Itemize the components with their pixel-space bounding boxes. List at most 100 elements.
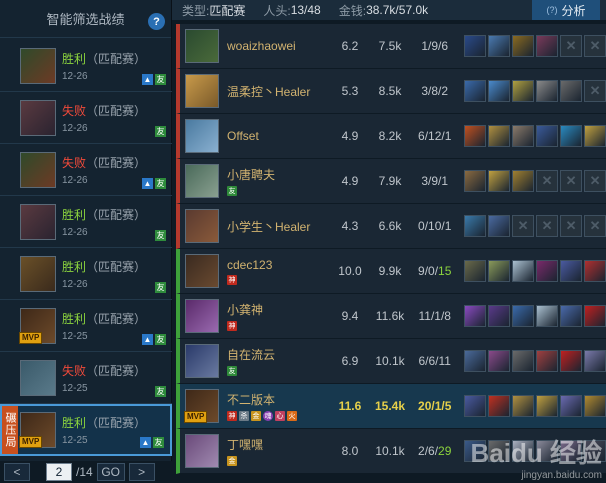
item-icon[interactable] [512,170,535,192]
item-icon[interactable] [464,260,487,282]
item-icon[interactable] [464,305,487,327]
player-name[interactable]: 温柔控丶Healer [227,83,331,100]
go-button[interactable]: GO [96,463,125,481]
help-icon[interactable]: ? [148,13,165,30]
next-page-button[interactable]: > [128,463,155,481]
match-list-item[interactable]: 胜利（匹配赛） 12-26 友 [0,248,172,300]
item-icon[interactable] [584,440,606,462]
item-icon[interactable] [512,350,535,372]
item-icon[interactable] [488,80,511,102]
item-icon[interactable] [560,80,583,102]
item-icon[interactable] [512,395,535,417]
player-champion-avatar[interactable]: MVP [184,389,219,423]
item-icon[interactable] [512,440,535,462]
player-name[interactable]: cdec123 [227,258,331,272]
player-row[interactable]: 温柔控丶Healer 5.3 8.5k 3/8/2 [176,69,606,114]
player-row[interactable]: 自在流云友 6.9 10.1k 6/6/11 [176,339,606,384]
match-list-item[interactable]: 胜利（匹配赛） 12-26 ▲ 友 [0,40,172,92]
item-icon[interactable] [488,35,511,57]
page-number-input[interactable] [46,463,72,481]
item-icon[interactable] [488,440,511,462]
prev-page-button[interactable]: < [4,463,30,481]
item-icon[interactable] [464,350,487,372]
player-name[interactable]: 小龚神 [227,301,331,318]
item-icon[interactable] [488,260,511,282]
item-icon[interactable] [584,305,606,327]
match-list-item[interactable]: 碾压局 MVP 胜利（匹配赛） 12-25 ▲ 友 [0,404,172,456]
player-row[interactable]: 丁嘿嘿金 8.0 10.1k 2/6/29 [176,429,606,474]
item-icon[interactable] [464,170,487,192]
item-icon[interactable] [536,35,559,57]
match-list-item[interactable]: 失败（匹配赛） 12-25 友 [0,352,172,404]
item-icon[interactable] [464,440,487,462]
item-icon[interactable] [584,125,606,147]
item-icon[interactable] [536,440,559,462]
item-icon[interactable] [512,125,535,147]
analysis-button[interactable]: (?) 分析 [532,0,600,20]
item-icon[interactable] [584,350,606,372]
item-icon[interactable] [536,305,559,327]
match-list-item[interactable]: 失败（匹配赛） 12-26 友 [0,92,172,144]
player-row[interactable]: 小龚神神 9.4 11.6k 11/1/8 [176,294,606,339]
item-slots [464,170,606,192]
item-icon[interactable] [584,260,606,282]
player-row[interactable]: Offset 4.9 8.2k 6/12/1 [176,114,606,159]
player-kda: 1/9/6 [421,39,449,53]
player-row[interactable]: woaizhaowei 6.2 7.5k 1/9/6 [176,24,606,69]
player-champion-avatar[interactable] [185,344,219,378]
player-champion-avatar[interactable] [185,209,219,243]
item-icon[interactable] [512,260,535,282]
empty-item-slot-icon [536,215,559,237]
player-champion-avatar[interactable] [185,119,219,153]
item-icon[interactable] [464,395,487,417]
item-icon[interactable] [584,395,606,417]
player-gold: 7.5k [378,39,402,53]
item-icon[interactable] [464,125,487,147]
match-mode: （匹配赛） [86,155,147,170]
player-row[interactable]: cdec123 神 10.0 9.9k 9/0/15 [176,249,606,294]
player-champion-avatar[interactable] [185,299,219,333]
player-champion-avatar[interactable] [185,164,219,198]
player-row[interactable]: MVP 不二版本神杀金魂心火 11.6 15.4k 20/1/5 [176,384,606,429]
item-icon[interactable] [488,305,511,327]
item-icon[interactable] [488,170,511,192]
item-icon[interactable] [488,350,511,372]
item-icon[interactable] [512,80,535,102]
player-name[interactable]: woaizhaowei [227,39,331,53]
item-icon[interactable] [536,260,559,282]
item-icon[interactable] [536,350,559,372]
item-icon[interactable] [560,125,583,147]
item-icon[interactable] [560,305,583,327]
item-icon[interactable] [512,305,535,327]
player-champion-avatar[interactable] [185,254,219,288]
map-icon: ▲ [142,178,153,189]
player-name[interactable]: 自在流云 [227,346,331,363]
item-icon[interactable] [464,215,487,237]
item-icon[interactable] [488,395,511,417]
item-icon[interactable] [464,80,487,102]
item-icon[interactable] [536,125,559,147]
player-name[interactable]: 丁嘿嘿 [227,436,331,453]
player-name[interactable]: 不二版本 [227,391,331,408]
item-icon[interactable] [512,35,535,57]
item-icon[interactable] [464,35,487,57]
player-row[interactable]: 小学生丶Healer 4.3 6.6k 0/10/1 [176,204,606,249]
item-icon[interactable] [488,215,511,237]
player-row[interactable]: 小唐聘夫友 4.9 7.9k 3/9/1 [176,159,606,204]
item-icon[interactable] [560,260,583,282]
item-icon[interactable] [536,395,559,417]
item-icon[interactable] [560,350,583,372]
item-icon[interactable] [488,125,511,147]
player-champion-avatar[interactable] [185,29,219,63]
match-list-item[interactable]: 胜利（匹配赛） 12-26 友 [0,196,172,248]
item-icon[interactable] [560,440,583,462]
player-champion-avatar[interactable] [185,74,219,108]
match-list-item[interactable]: 失败（匹配赛） 12-26 ▲ 友 [0,144,172,196]
player-name[interactable]: 小学生丶Healer [227,218,331,235]
item-icon[interactable] [560,395,583,417]
match-list-item[interactable]: MVP 胜利（匹配赛） 12-25 ▲ 友 [0,300,172,352]
item-icon[interactable] [536,80,559,102]
player-name[interactable]: Offset [227,129,331,143]
player-champion-avatar[interactable] [185,434,219,468]
player-name[interactable]: 小唐聘夫 [227,166,331,183]
